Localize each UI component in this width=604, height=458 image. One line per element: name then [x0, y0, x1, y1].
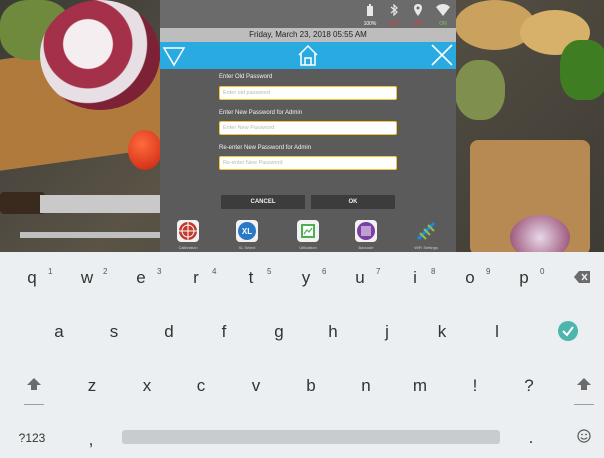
- ok-button[interactable]: OK: [311, 195, 395, 209]
- key-c[interactable]: c: [191, 376, 211, 396]
- key-d[interactable]: d: [159, 322, 179, 342]
- wifi-signal-icon[interactable]: [415, 220, 437, 242]
- key-o[interactable]: 9o: [460, 267, 490, 288]
- app-label-utilization: Utilization: [299, 245, 317, 250]
- knife-blade-decor: [40, 195, 170, 213]
- artichoke-decor: [455, 60, 505, 120]
- key-r[interactable]: 4r: [186, 267, 216, 288]
- key-b[interactable]: b: [301, 376, 321, 396]
- key-y[interactable]: 6y: [296, 267, 327, 288]
- key-x[interactable]: x: [137, 376, 157, 396]
- checkmark-icon[interactable]: [557, 320, 579, 347]
- status-bar: 100% OFF OFF ON: [160, 0, 456, 28]
- triangle-down-icon[interactable]: [160, 42, 190, 69]
- key-t[interactable]: 5t: [241, 267, 272, 288]
- knife-handle-decor: [0, 192, 45, 214]
- old-password-input[interactable]: [219, 86, 397, 100]
- fork-decor: [20, 232, 170, 238]
- xl-icon[interactable]: XL: [236, 220, 258, 242]
- bluetooth-label: OFF: [389, 21, 399, 27]
- radicchio-decor: [40, 0, 160, 110]
- old-password-label: Enter Old Password: [219, 74, 273, 80]
- key-period[interactable]: .: [523, 428, 539, 448]
- key-exclamation[interactable]: !: [465, 376, 485, 396]
- change-password-dialog: Enter Old Password Enter New Password fo…: [160, 69, 456, 215]
- spacebar[interactable]: [122, 430, 500, 444]
- key-a[interactable]: a: [49, 322, 69, 342]
- new-password-label: Enter New Password for Admin: [219, 110, 303, 116]
- confirm-password-label: Re-enter New Password for Admin: [219, 145, 312, 151]
- app-label-barcode: Barcode: [358, 245, 374, 250]
- chart-icon[interactable]: [297, 220, 319, 242]
- key-m[interactable]: m: [410, 376, 430, 396]
- shift-icon[interactable]: [26, 377, 42, 396]
- battery-label: 100%: [363, 21, 377, 27]
- gps-icon: [413, 4, 423, 19]
- close-icon[interactable]: [428, 42, 458, 69]
- shift-underline: [24, 404, 44, 405]
- symbols-key[interactable]: ?123: [10, 431, 54, 445]
- backspace-icon[interactable]: [574, 270, 590, 288]
- date-time-bar: Friday, March 23, 2018 05:55 AM: [160, 28, 456, 42]
- key-z[interactable]: z: [82, 376, 102, 396]
- app-icon-row: Calibration XL XL Select Utilization Bar…: [160, 215, 456, 252]
- target-icon[interactable]: [177, 220, 199, 242]
- app-label-calibration: Calibration: [178, 245, 198, 250]
- key-comma[interactable]: ,: [83, 430, 99, 450]
- app-label-wifi-settings: WiFi Settings: [414, 245, 438, 250]
- emoji-icon[interactable]: [577, 429, 591, 448]
- key-l[interactable]: l: [487, 322, 507, 342]
- key-f[interactable]: f: [214, 322, 234, 342]
- key-question[interactable]: ?: [519, 376, 539, 396]
- dialog-header: [160, 42, 456, 69]
- shift-underline-right: [574, 404, 594, 405]
- key-g[interactable]: g: [269, 322, 289, 342]
- tomato-decor: [128, 130, 162, 170]
- key-u[interactable]: 7u: [350, 267, 380, 288]
- new-password-input[interactable]: [219, 121, 397, 135]
- wifi-icon: [436, 4, 450, 19]
- onion-decor: [510, 215, 570, 252]
- home-icon[interactable]: [293, 42, 323, 69]
- key-n[interactable]: n: [356, 376, 376, 396]
- confirm-password-input[interactable]: [219, 156, 397, 170]
- key-w[interactable]: 2w: [77, 267, 108, 288]
- gps-label: OFF: [413, 21, 423, 27]
- key-j[interactable]: j: [377, 322, 397, 342]
- svg-text:XL: XL: [242, 227, 252, 236]
- wifi-label: ON: [439, 21, 447, 27]
- app-label-xl-select: XL Select: [238, 245, 256, 250]
- key-k[interactable]: k: [432, 322, 452, 342]
- pepper-decor: [560, 40, 604, 100]
- barcode-icon[interactable]: [355, 220, 377, 242]
- key-v[interactable]: v: [246, 376, 266, 396]
- key-h[interactable]: h: [323, 322, 343, 342]
- key-i[interactable]: 8i: [405, 267, 435, 288]
- shift-icon-right[interactable]: [576, 377, 592, 396]
- bluetooth-icon: [389, 3, 399, 19]
- battery-icon: [365, 4, 375, 19]
- key-p[interactable]: 0p: [514, 267, 544, 288]
- cancel-button[interactable]: CANCEL: [221, 195, 305, 209]
- key-q[interactable]: 1q: [22, 267, 52, 288]
- key-s[interactable]: s: [104, 322, 124, 342]
- key-e[interactable]: 3e: [131, 267, 161, 288]
